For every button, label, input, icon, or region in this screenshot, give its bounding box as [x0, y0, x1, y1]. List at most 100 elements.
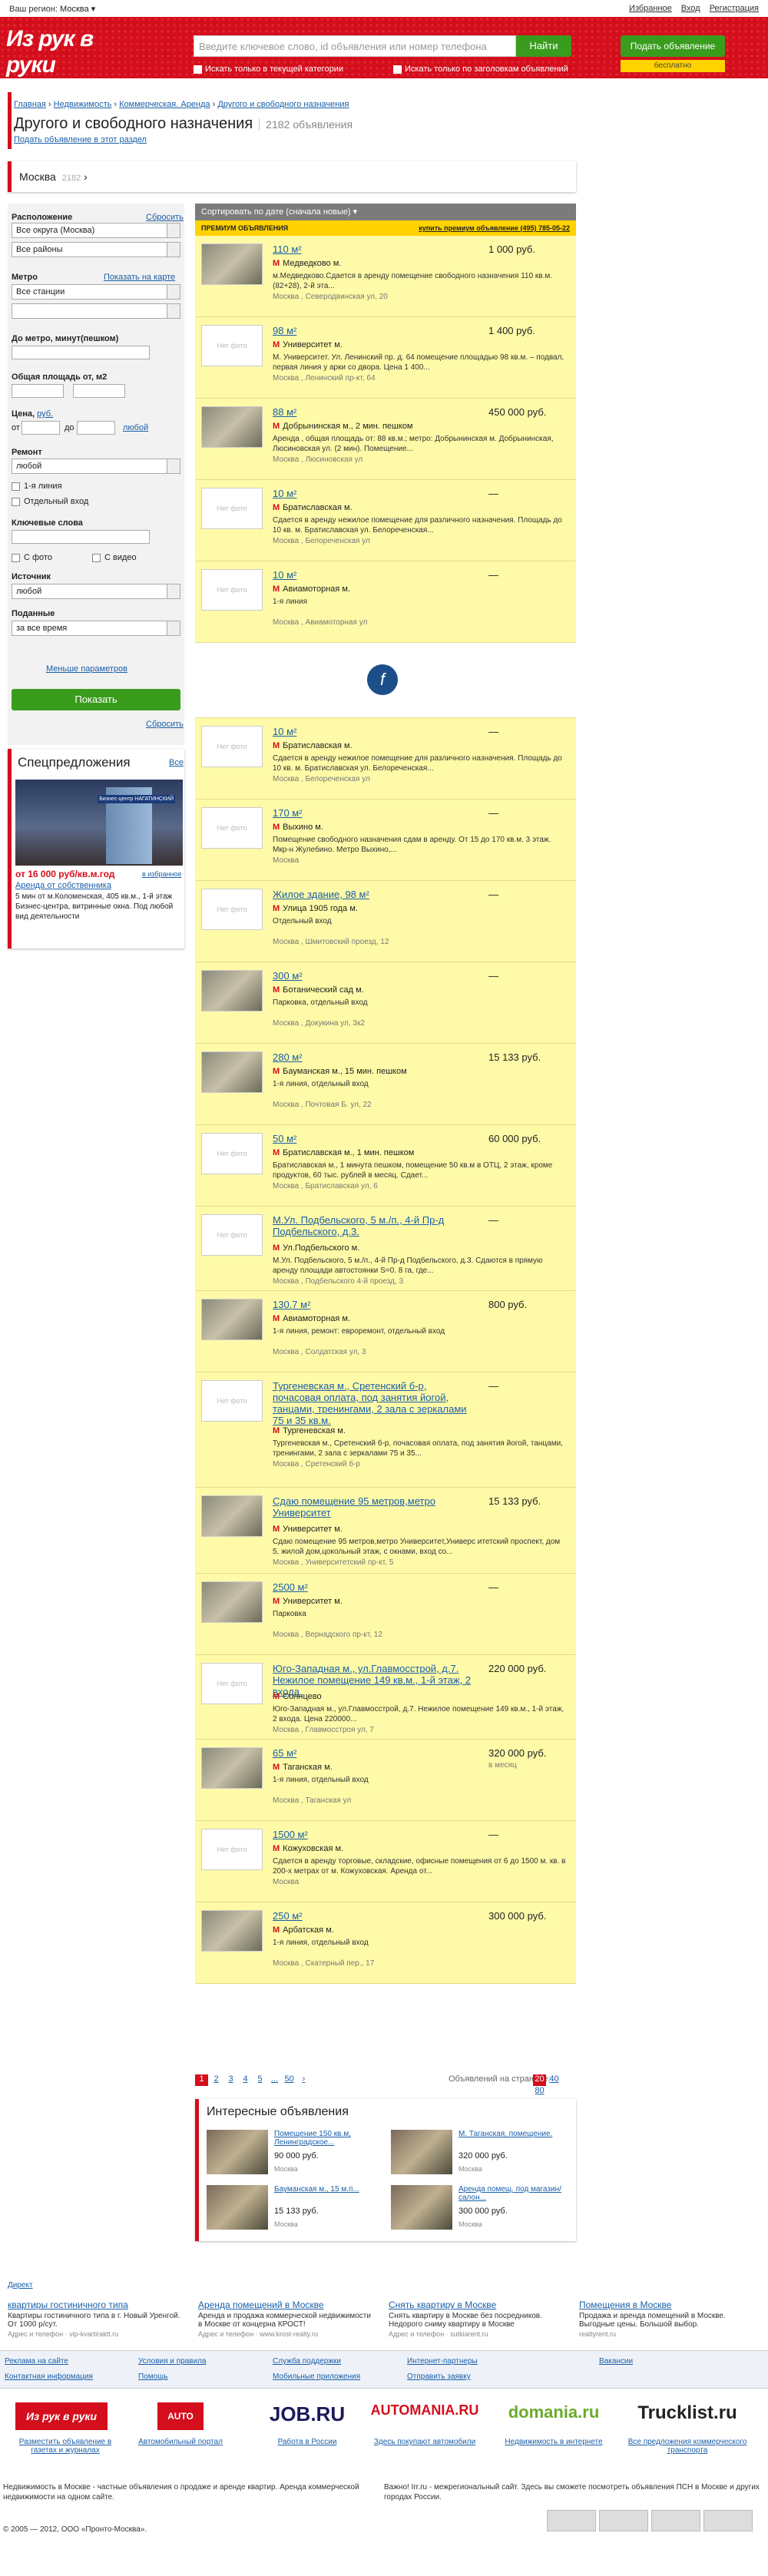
find-button[interactable]: Найти: [516, 35, 571, 57]
listing-title[interactable]: Сдаю помещение 95 метров,метро Университ…: [273, 1495, 472, 1518]
listing-title[interactable]: 280 м²: [273, 1051, 472, 1063]
repair-select[interactable]: любой: [12, 459, 180, 474]
listing-item[interactable]: Нет фото М.Ул. Подбельского, 5 м./п., 4-й…: [195, 1207, 576, 1291]
listing-photo[interactable]: [201, 1581, 263, 1623]
listing-title[interactable]: Тургеневская м., Сретенский б-р, почасов…: [273, 1380, 472, 1426]
per-page-20[interactable]: 20: [533, 2074, 546, 2086]
listing-photo[interactable]: Нет фото: [201, 1214, 263, 1256]
special-image[interactable]: Бизнес-центр НАГАТИНСКИЙ: [15, 780, 183, 866]
listing-item[interactable]: Нет фото 10 м² — М Братиславская м. Сдается в…: [195, 718, 576, 800]
register-link[interactable]: Регистрация: [710, 4, 759, 13]
page-2[interactable]: 2: [210, 2074, 223, 2086]
listing-title[interactable]: 98 м²: [273, 325, 472, 336]
breadcrumb-realty[interactable]: Недвижимость: [54, 100, 112, 109]
district-select[interactable]: Все округа (Москва): [12, 223, 180, 238]
first-line-checkbox[interactable]: 1-я линия: [12, 482, 62, 491]
listing-photo[interactable]: Нет фото: [201, 726, 263, 767]
partner-logo[interactable]: Trucklist.ru: [622, 2402, 753, 2430]
footer-link[interactable]: Контактная информация: [5, 2372, 93, 2381]
listing-item[interactable]: 110 м² 1 000 руб. М Медведково м. м.Медведко…: [195, 236, 576, 317]
submitted-select[interactable]: за все время: [12, 621, 180, 636]
listing-item[interactable]: Сдаю помещение 95 метров,метро Университ…: [195, 1488, 576, 1574]
footer-link[interactable]: Служба поддержки: [273, 2357, 341, 2366]
partner-logo[interactable]: domania.ru: [496, 2402, 611, 2430]
keywords-input[interactable]: [12, 530, 150, 544]
per-page-40[interactable]: 40: [548, 2074, 561, 2086]
partner-logo[interactable]: JOB.RU: [261, 2402, 353, 2430]
direct-ad[interactable]: Аренда помещений в Москве Аренда и продаж…: [198, 2300, 375, 2338]
price-from-input[interactable]: [22, 421, 60, 435]
listing-title[interactable]: 10 м²: [273, 488, 472, 499]
footer-link[interactable]: Мобильные приложения: [273, 2372, 360, 2381]
listing-photo[interactable]: Нет фото: [201, 325, 263, 366]
footer-link[interactable]: Реклама на сайте: [5, 2357, 68, 2366]
partner-caption[interactable]: Недвижимость в интернете: [496, 2438, 611, 2446]
listing-item[interactable]: 280 м² 15 133 руб. М Бауманская м., 15 мин.…: [195, 1044, 576, 1125]
partner-logo[interactable]: AUTOMANIA.RU: [367, 2402, 482, 2430]
site-logo[interactable]: Из рук в руки www.irr.ru: [6, 26, 129, 88]
listing-photo[interactable]: [201, 1495, 263, 1537]
footer-link[interactable]: Отправить заявку: [407, 2372, 471, 2381]
listing-title[interactable]: 10 м²: [273, 569, 472, 581]
buy-premium-link[interactable]: купить премиум объявление (495) 785-05-2…: [419, 224, 570, 232]
interest-card[interactable]: Аренда помещ. под магазин/салон... 300 00…: [391, 2185, 575, 2231]
listing-photo[interactable]: [201, 1299, 263, 1340]
post-ad-button[interactable]: Подать объявление: [621, 35, 725, 57]
with-photo-checkbox[interactable]: С фото: [12, 553, 52, 562]
partner-caption[interactable]: Все предложения коммерческого транспорта: [622, 2438, 753, 2455]
partner-caption[interactable]: Здесь покупают автомобили: [367, 2438, 482, 2446]
regions-select[interactable]: Все районы: [12, 242, 180, 257]
listing-item[interactable]: Нет фото 1500 м² — М Кожуховская м. Сдается в…: [195, 1821, 576, 1902]
breadcrumb-current[interactable]: Другого и свободного назначения: [217, 100, 349, 109]
breadcrumb-home[interactable]: Главная: [14, 100, 46, 109]
listing-item[interactable]: Нет фото Юго-Западная м., ул.Главмосстрой…: [195, 1655, 576, 1740]
listing-photo[interactable]: Нет фото: [201, 807, 263, 849]
listing-item[interactable]: Нет фото 50 м² 60 000 руб. М Братиславская м…: [195, 1125, 576, 1207]
show-map-link[interactable]: Показать на карте: [104, 273, 175, 282]
listing-photo[interactable]: Нет фото: [201, 1663, 263, 1704]
price-any-link[interactable]: любой: [123, 423, 148, 432]
listing-title[interactable]: 50 м²: [273, 1133, 472, 1144]
per-page-80[interactable]: 80: [533, 2086, 546, 2098]
footer-link[interactable]: Вакансии: [599, 2357, 633, 2366]
page-5[interactable]: 5: [253, 2074, 266, 2086]
login-link[interactable]: Вход: [681, 4, 700, 13]
source-select[interactable]: любой: [12, 584, 180, 599]
direct-title[interactable]: Директ: [8, 2281, 760, 2290]
listing-photo[interactable]: [201, 243, 263, 285]
listing-item[interactable]: Нет фото 10 м² — М Авиамоторная м. 1-я линия М…: [195, 561, 576, 643]
page-4[interactable]: 4: [239, 2074, 252, 2086]
footer-link[interactable]: Условия и правила: [138, 2357, 206, 2366]
listing-title[interactable]: Жилое здание, 98 м²: [273, 889, 472, 900]
only-category-checkbox[interactable]: Искать только в текущей категории: [194, 65, 343, 74]
city-row[interactable]: Москва 2182 ›: [8, 161, 576, 192]
region-selector[interactable]: Москва ▾: [60, 5, 95, 14]
special-all-link[interactable]: Все: [169, 758, 184, 767]
listing-photo[interactable]: [201, 970, 263, 1012]
page-3[interactable]: 3: [224, 2074, 237, 2086]
favorites-link[interactable]: Избранное: [629, 4, 672, 13]
sort-select[interactable]: Сортировать по дате (сначала новые) ▾: [195, 204, 576, 220]
listing-photo[interactable]: [201, 1910, 263, 1952]
partner-caption[interactable]: Автомобильный портал: [138, 2438, 223, 2446]
partner-logo[interactable]: Из рук в руки: [15, 2402, 108, 2430]
listing-title[interactable]: 65 м²: [273, 1747, 472, 1759]
less-params-link[interactable]: Меньше параметров: [46, 664, 127, 674]
page-7[interactable]: 50: [283, 2074, 296, 2086]
partner-caption[interactable]: Работа в России: [261, 2438, 353, 2446]
listing-item[interactable]: 250 м² 300 000 руб. М Арбатская м. 1-я линия…: [195, 1902, 576, 1984]
listing-title[interactable]: 2500 м²: [273, 1581, 472, 1593]
area-from-input[interactable]: [12, 384, 64, 398]
interest-card[interactable]: Бауманская м., 15 м.п... 15 133 руб. Москв…: [207, 2185, 391, 2231]
currency-select[interactable]: руб.: [37, 409, 53, 419]
listing-photo[interactable]: [201, 406, 263, 448]
reset-link[interactable]: Сбросить: [146, 213, 184, 222]
listing-item[interactable]: Нет фото 170 м² — М Выхино м. Помещение свобо…: [195, 800, 576, 881]
listing-item[interactable]: Нет фото 98 м² 1 400 руб. М Университет м. М.…: [195, 317, 576, 399]
listing-item[interactable]: 2500 м² — М Университет м. Парковка Москва , …: [195, 1574, 576, 1655]
listing-title[interactable]: 130.7 м²: [273, 1299, 472, 1310]
listing-title[interactable]: 10 м²: [273, 726, 472, 737]
listing-photo[interactable]: Нет фото: [201, 1133, 263, 1174]
footer-link[interactable]: Помощь: [138, 2372, 168, 2381]
listing-title[interactable]: 88 м²: [273, 406, 472, 418]
